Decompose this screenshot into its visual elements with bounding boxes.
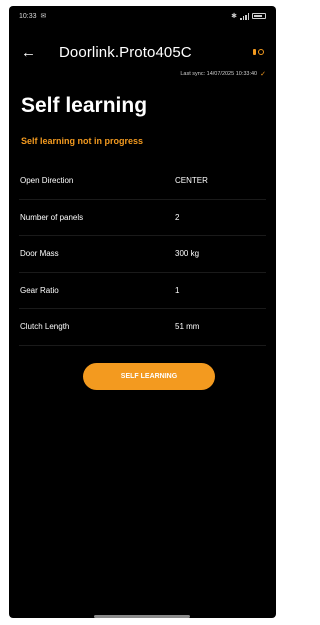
last-sync-text: Last sync: 14/07/2025 10:33:40 bbox=[180, 71, 258, 77]
connection-status-icon[interactable] bbox=[253, 49, 264, 55]
home-indicator[interactable] bbox=[94, 615, 190, 618]
status-bar: 10:33 ✉ ✱ bbox=[9, 6, 276, 26]
info-row-number-of-panels: Number of panels 2 bbox=[19, 200, 266, 236]
info-value: 51 mm bbox=[175, 322, 200, 332]
page-title: Self learning bbox=[21, 94, 148, 117]
notification-icon: ✉ bbox=[40, 13, 47, 20]
info-label: Door Mass bbox=[20, 249, 59, 259]
status-bar-left: 10:33 ✉ bbox=[19, 12, 47, 21]
info-label: Gear Ratio bbox=[20, 285, 59, 295]
info-value: 2 bbox=[175, 212, 180, 222]
device-title: Doorlink.Proto405C bbox=[59, 43, 192, 61]
check-icon: ✓ bbox=[260, 71, 266, 78]
info-value: CENTER bbox=[175, 176, 208, 186]
app-header: ← Doorlink.Proto405C bbox=[9, 40, 276, 64]
back-arrow-icon[interactable]: ← bbox=[21, 45, 39, 60]
door-parameters: Open Direction CENTER Number of panels 2… bbox=[19, 163, 266, 346]
info-row-door-mass: Door Mass 300 kg bbox=[19, 236, 266, 273]
status-bar-right: ✱ bbox=[231, 12, 266, 20]
status-time: 10:33 bbox=[19, 12, 37, 20]
info-label: Open Direction bbox=[20, 176, 74, 186]
app-screen: 10:33 ✉ ✱ ← Doorlink.Proto405C Last sync… bbox=[9, 6, 276, 618]
info-value: 300 kg bbox=[175, 249, 200, 259]
signal-icon bbox=[240, 12, 249, 20]
info-label: Number of panels bbox=[20, 212, 84, 222]
battery-icon bbox=[252, 13, 266, 19]
self-learning-status: Self learning not in progress bbox=[21, 136, 144, 146]
last-sync: Last sync: 14/07/2025 10:33:40 ✓ bbox=[180, 70, 266, 78]
info-value: 1 bbox=[175, 285, 180, 295]
info-label: Clutch Length bbox=[20, 322, 70, 332]
info-row-gear-ratio: Gear Ratio 1 bbox=[19, 273, 266, 309]
bluetooth-icon: ✱ bbox=[231, 13, 237, 20]
self-learning-button[interactable]: SELF LEARNING bbox=[83, 363, 215, 390]
info-row-clutch-length: Clutch Length 51 mm bbox=[19, 309, 266, 346]
info-row-open-direction: Open Direction CENTER bbox=[19, 163, 266, 200]
